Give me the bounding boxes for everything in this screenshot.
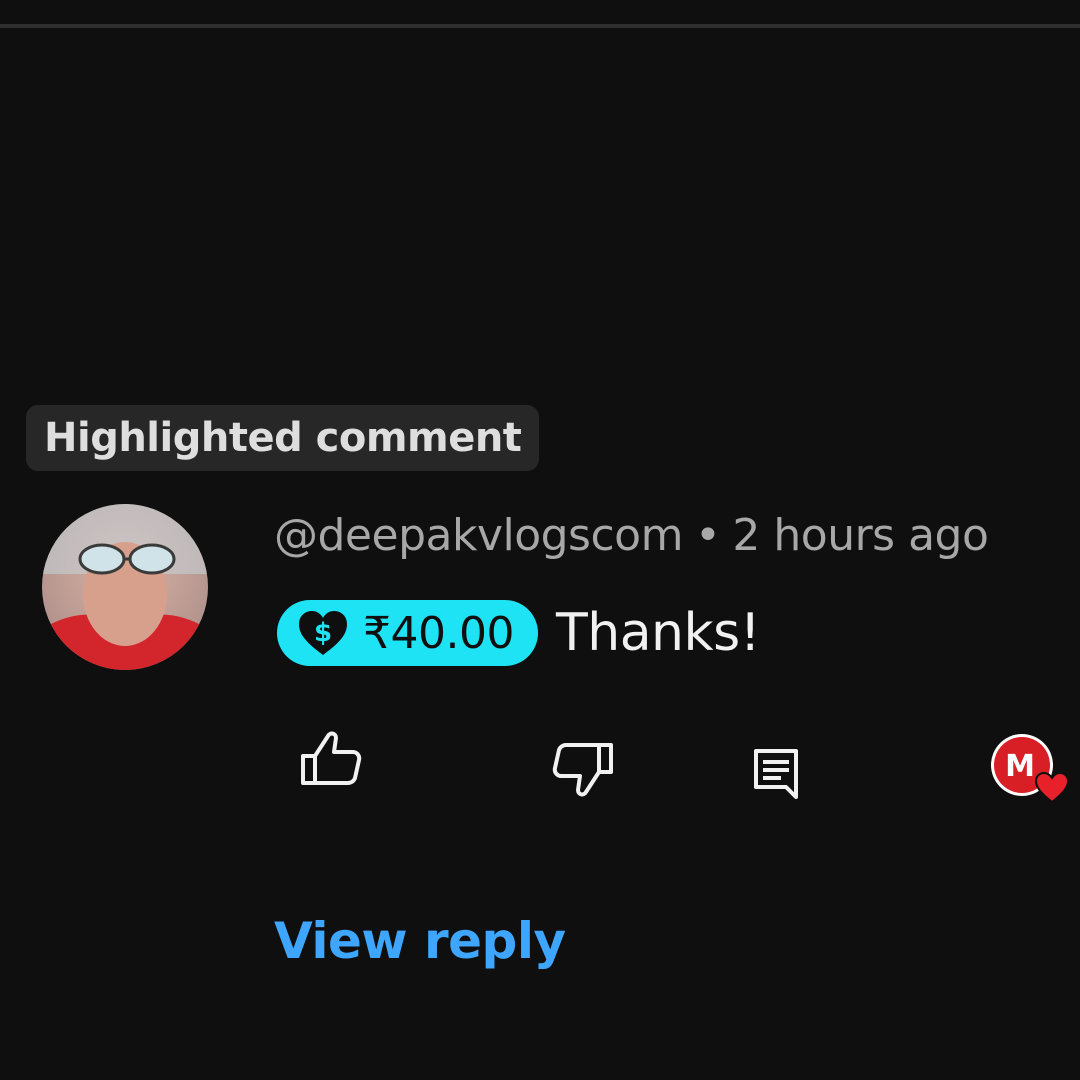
svg-text:$: $ [314, 618, 332, 648]
highlighted-comment-label: Highlighted comment [44, 415, 522, 461]
view-reply-link[interactable]: View reply [274, 912, 566, 970]
comment-text: Thanks! [555, 603, 761, 663]
thumbs-down-icon [552, 743, 613, 797]
thanks-heart-dollar-icon: $ [299, 611, 347, 655]
like-button[interactable] [298, 728, 364, 788]
avatar[interactable] [42, 504, 208, 670]
meta-separator: • [694, 510, 721, 561]
highlighted-comment-chip: Highlighted comment [26, 405, 540, 471]
reply-button[interactable] [750, 745, 802, 801]
dislike-button[interactable] [550, 740, 616, 800]
thanks-amount: ₹40.00 [363, 607, 514, 659]
thumbs-up-icon [301, 731, 362, 785]
comment-time: 2 hours ago [732, 510, 989, 561]
comment-reply-icon [754, 749, 798, 799]
svg-text:M: M [1005, 749, 1035, 784]
comment-meta: @deepakvlogscom • 2 hours ago [274, 510, 989, 561]
top-divider [0, 24, 1080, 28]
comment-author[interactable]: @deepakvlogscom [274, 510, 683, 561]
creator-heart-icon: M [991, 734, 1070, 804]
comment-body: $ ₹40.00 Thanks! [277, 600, 761, 666]
avatar-image [42, 504, 208, 670]
creator-heart-badge: M [988, 732, 1078, 808]
thanks-badge: $ ₹40.00 [277, 600, 538, 666]
